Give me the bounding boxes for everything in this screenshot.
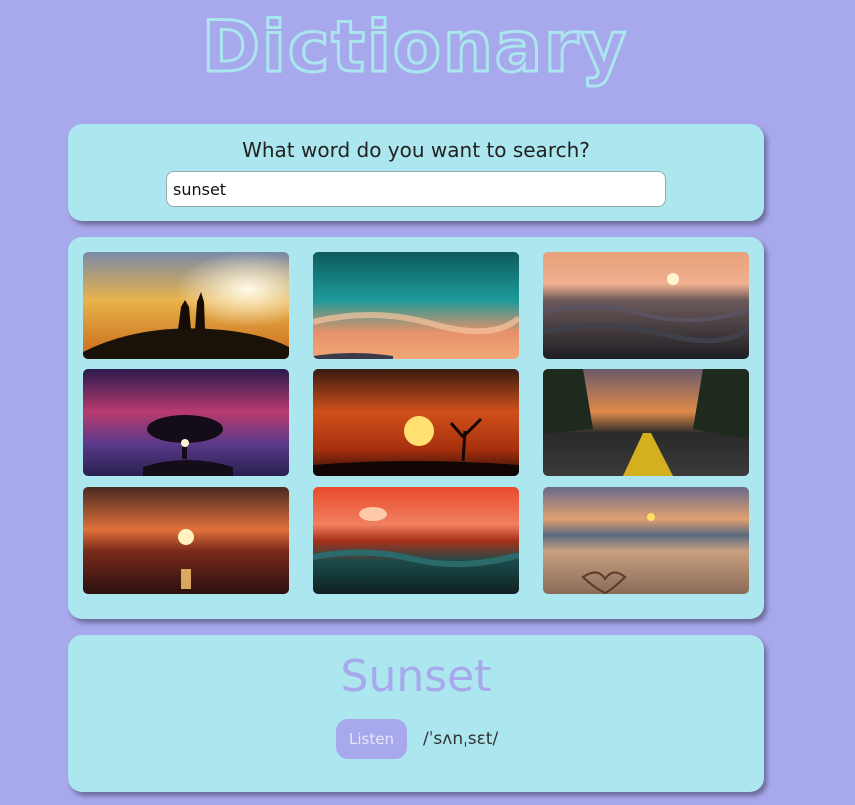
beach-heart-sunset-photo: [543, 487, 749, 594]
app-title: Dictionary: [200, 5, 629, 90]
word-title: Sunset: [340, 651, 492, 702]
tree-purple-sky-photo: [83, 369, 289, 476]
sea-horizon-sunset-photo: [83, 487, 289, 594]
orange-sun-tree-photo: [313, 369, 519, 476]
teal-sky-clouds-photo: [313, 252, 519, 359]
search-card: What word do you want to search?: [68, 124, 764, 221]
search-prompt: What word do you want to search?: [242, 138, 590, 162]
phonetic-text: /ˈsʌnˌsɛt/: [423, 729, 499, 749]
palm-road-sunset-photo: [543, 369, 749, 476]
listen-button[interactable]: Listen: [336, 719, 407, 759]
couple-silhouette-sunset-photo: [83, 252, 289, 359]
ocean-waves-sunset-photo: [543, 252, 749, 359]
result-card: Sunset Listen /ˈsʌnˌsɛt/: [68, 635, 764, 792]
image-gallery: [68, 237, 764, 619]
search-input[interactable]: [166, 171, 666, 207]
red-ocean-waves-photo: [313, 487, 519, 594]
